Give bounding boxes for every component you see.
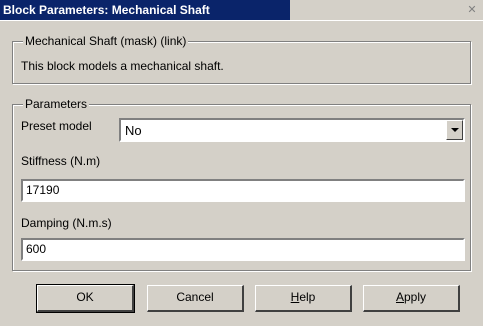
help-button[interactable]: Help <box>255 285 352 312</box>
preset-model-value: No <box>125 123 142 138</box>
damping-input[interactable]: 600 <box>21 238 465 261</box>
block-description: This block models a mechanical shaft. <box>21 59 224 73</box>
description-group: Mechanical Shaft (mask) (link) This bloc… <box>12 34 471 84</box>
dialog-window: Block Parameters: Mechanical Shaft ✕ Mec… <box>0 0 483 326</box>
preset-model-select[interactable]: No <box>119 118 465 142</box>
parameters-group: Parameters Preset model No Stiffness (N.… <box>12 97 471 271</box>
preset-model-dropdown-button[interactable] <box>446 120 463 140</box>
damping-label: Damping (N.m.s) <box>21 216 112 230</box>
chevron-down-icon <box>451 128 459 132</box>
parameters-group-legend: Parameters <box>23 97 90 111</box>
stiffness-input[interactable]: 17190 <box>21 179 465 202</box>
close-icon[interactable]: ✕ <box>465 3 479 17</box>
window-title: Block Parameters: Mechanical Shaft <box>3 3 210 17</box>
stiffness-label: Stiffness (N.m) <box>21 154 101 168</box>
description-group-legend: Mechanical Shaft (mask) (link) <box>23 34 189 48</box>
apply-button[interactable]: Apply <box>363 285 460 312</box>
ok-button[interactable]: OK <box>36 284 135 313</box>
cancel-button[interactable]: Cancel <box>147 285 244 312</box>
title-bar[interactable]: Block Parameters: Mechanical Shaft ✕ <box>0 0 483 21</box>
preset-model-label: Preset model <box>21 119 92 133</box>
